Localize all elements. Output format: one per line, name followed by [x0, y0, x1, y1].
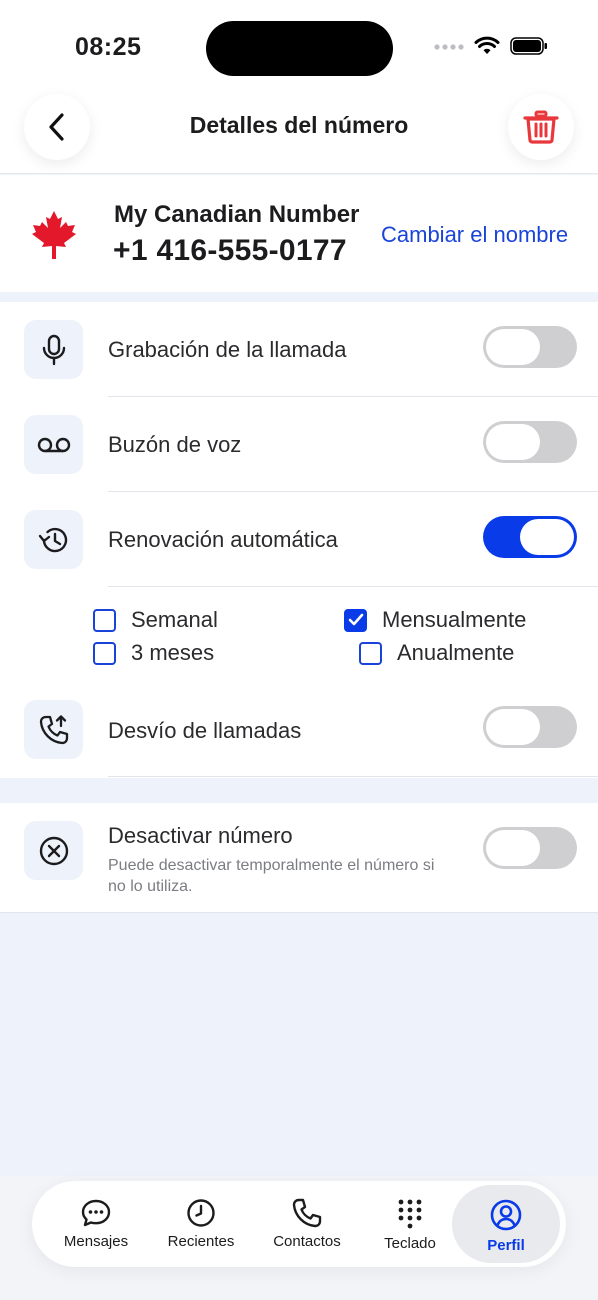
option-3-months[interactable]: 3 meses: [93, 640, 214, 666]
checkmark-icon: [348, 613, 363, 626]
deactivate-row-icon: [24, 821, 83, 880]
deactivate-description: Puede desactivar temporalmente el número…: [108, 857, 435, 895]
trash-icon: [523, 110, 559, 144]
call-forward-icon: [39, 714, 68, 744]
voicemail-label: Buzón de voz: [108, 432, 242, 457]
phone-icon: [292, 1198, 322, 1228]
call-recording-row-icon: [24, 320, 83, 379]
number-name: My Canadian Number: [114, 201, 360, 228]
phone-number: +1 416-555-0177: [113, 234, 347, 267]
tab-contacts[interactable]: Contactos: [259, 1181, 355, 1267]
tab-bar: Mensajes Recientes Contactos Teclado Per…: [32, 1181, 566, 1267]
voicemail-row-icon: [24, 415, 83, 474]
checkbox-3-months[interactable]: [93, 641, 116, 665]
tab-keypad-label: Teclado: [384, 1235, 436, 1252]
voicemail-toggle[interactable]: [483, 421, 577, 463]
wifi-icon: [474, 36, 500, 54]
divider: [108, 776, 598, 777]
deactivate-label: Desactivar número: [108, 823, 293, 848]
auto-renewal-row-icon: [24, 510, 83, 569]
checkbox-yearly[interactable]: [359, 641, 382, 665]
tab-messages-label: Mensajes: [63, 1233, 129, 1250]
option-monthly-label: Mensualmente: [382, 607, 527, 632]
tab-recents-label: Recientes: [167, 1233, 235, 1250]
battery-icon: [510, 37, 547, 55]
divider: [108, 586, 598, 587]
nav-bar: Detalles del número: [0, 90, 598, 174]
delete-button[interactable]: [508, 94, 574, 160]
call-forwarding-label: Desvío de llamadas: [108, 718, 302, 743]
rename-link[interactable]: Cambiar el nombre: [381, 222, 568, 248]
auto-renewal-toggle[interactable]: [483, 516, 577, 558]
call-recording-label: Grabación de la llamada: [108, 337, 347, 362]
signal-icon: [434, 44, 464, 50]
tab-messages[interactable]: Mensajes: [48, 1181, 144, 1267]
checkbox-weekly[interactable]: [93, 608, 116, 632]
dynamic-island: [206, 21, 393, 76]
tab-profile-label: Perfil: [487, 1237, 525, 1254]
option-yearly[interactable]: Anualmente: [359, 640, 514, 666]
divider: [108, 396, 598, 397]
tab-recents[interactable]: Recientes: [153, 1181, 249, 1267]
cancel-circle-icon: [39, 836, 68, 865]
tab-profile[interactable]: Perfil: [452, 1185, 560, 1263]
option-weekly[interactable]: Semanal: [93, 607, 218, 633]
status-bar: 08:25: [0, 0, 598, 90]
history-icon: [38, 527, 67, 552]
tab-keypad[interactable]: Teclado: [362, 1181, 458, 1267]
profile-icon: [490, 1199, 522, 1231]
option-monthly[interactable]: Mensualmente: [344, 607, 526, 633]
option-yearly-label: Anualmente: [397, 640, 515, 665]
checkbox-monthly[interactable]: [344, 608, 367, 632]
canada-flag-icon: [32, 211, 76, 259]
keypad-icon: [398, 1199, 422, 1229]
option-weekly-label: Semanal: [131, 607, 218, 632]
voicemail-icon: [37, 437, 70, 452]
clock-icon: [187, 1199, 215, 1227]
call-forwarding-row-icon: [24, 700, 83, 759]
status-time: 08:25: [75, 33, 142, 61]
chat-bubble-icon: [81, 1199, 111, 1227]
divider: [108, 491, 598, 492]
tab-contacts-label: Contactos: [273, 1233, 341, 1250]
deactivate-toggle[interactable]: [483, 827, 577, 869]
auto-renewal-label: Renovación automática: [108, 527, 338, 552]
microphone-icon: [42, 334, 65, 365]
option-3-months-label: 3 meses: [131, 640, 215, 665]
call-forwarding-toggle[interactable]: [483, 706, 577, 748]
call-recording-toggle[interactable]: [483, 326, 577, 368]
status-icons: [434, 36, 548, 56]
